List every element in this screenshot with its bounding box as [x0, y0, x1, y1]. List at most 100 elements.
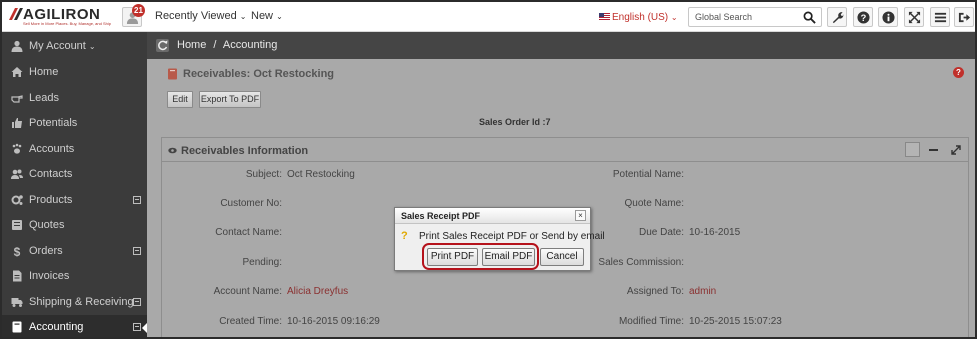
sidebar-item-label: Products: [29, 193, 73, 206]
sidebar-item-products[interactable]: Products: [2, 188, 147, 213]
expand-toggle-icon[interactable]: [133, 246, 141, 255]
sidebar-item-orders[interactable]: $ Orders: [2, 239, 147, 264]
dialog-message: Print Sales Receipt PDF or Send by email: [419, 231, 605, 242]
expand-toggle-icon[interactable]: [133, 323, 141, 331]
field-label: Subject:: [245, 169, 282, 180]
panel-header: Receivables Information: [162, 138, 968, 162]
page-help-icon[interactable]: ?: [953, 67, 964, 78]
field-label: Sales Commission:: [598, 257, 684, 268]
breadcrumb-separator: /: [213, 39, 217, 51]
help-button[interactable]: ?: [853, 7, 873, 27]
language-selector[interactable]: English (US) ⌄: [599, 12, 678, 23]
invoice-icon: [13, 270, 22, 282]
dialog-close-button[interactable]: ×: [575, 210, 586, 221]
app-window: AGILIRON Sell More in More Places. Buy, …: [0, 0, 977, 339]
refresh-icon[interactable]: [156, 39, 169, 52]
menu-icon: [934, 12, 947, 23]
email-pdf-button[interactable]: Email PDF: [482, 248, 535, 266]
field-value: 10-25-2015 15:07:23: [689, 316, 782, 327]
field-label: Modified Time:: [618, 316, 684, 327]
sidebar-item-label: Shipping & Receiving: [29, 295, 134, 308]
logo-mark-icon: [9, 8, 23, 20]
collapse-icon[interactable]: [929, 149, 938, 151]
maximize-icon[interactable]: [951, 145, 961, 155]
breadcrumb-current: Accounting: [222, 39, 278, 51]
info-button[interactable]: [878, 7, 898, 27]
field-label: Pending:: [242, 257, 282, 268]
menu-button[interactable]: [930, 7, 950, 27]
sidebar-item-label: Accounts: [29, 142, 75, 155]
sidebar-item-home[interactable]: Home: [2, 60, 147, 85]
field-label: Created Time:: [219, 316, 282, 327]
svg-text:?: ?: [861, 13, 867, 23]
wrench-icon: [832, 12, 844, 24]
panel-checkbox[interactable]: [905, 142, 920, 157]
field-label: Account Name:: [213, 286, 282, 297]
field-value[interactable]: admin: [689, 286, 716, 297]
book-icon: [12, 321, 22, 333]
search-icon[interactable]: [803, 11, 816, 24]
sidebar-item-label: Quotes: [29, 219, 65, 231]
question-icon: ?: [401, 230, 408, 242]
cogs-icon: [11, 194, 23, 205]
sidebar-item-shipping-receiving[interactable]: Shipping & Receiving: [2, 290, 147, 315]
sidebar-item-label: Invoices: [29, 270, 70, 282]
my-account-label: My Account: [29, 40, 86, 52]
sidebar-item-label: Potentials: [29, 117, 78, 129]
export-to-pdf-button[interactable]: Export To PDF: [199, 91, 261, 108]
expand-toggle-icon[interactable]: [133, 195, 141, 204]
breadcrumb: Home / Accounting: [177, 39, 277, 51]
main-content: Home / Accounting Receivables: Oct Resto…: [147, 32, 975, 337]
thumbs-up-icon: [12, 118, 22, 128]
dialog-header: Sales Receipt PDF ×: [395, 208, 590, 224]
sidebar-item-label: Contacts: [29, 168, 73, 180]
sidebar-item-contacts[interactable]: Contacts: [2, 162, 147, 187]
svg-text:$: $: [14, 245, 21, 257]
user-icon: [11, 40, 23, 52]
field-value: 10-16-2015 09:16:29: [287, 316, 380, 327]
field-label: Quote Name:: [624, 198, 684, 209]
field-value: Oct Restocking: [287, 169, 355, 180]
search-placeholder: Global Search: [695, 12, 753, 22]
chevron-down-icon: ⌄: [670, 13, 678, 22]
edit-button[interactable]: Edit: [167, 91, 193, 108]
sidebar-item-label: Orders: [29, 244, 63, 257]
page-title: Receivables: Oct Restocking: [183, 68, 335, 80]
chevron-down-icon: ⌄: [88, 42, 96, 51]
chevron-down-icon: ⌄: [276, 12, 283, 21]
quote-icon: [12, 220, 22, 230]
breadcrumb-home[interactable]: Home: [177, 39, 206, 51]
contacts-icon: [11, 169, 23, 179]
new-menu[interactable]: New ⌄: [251, 10, 283, 22]
sidebar-item-accounts[interactable]: Accounts: [2, 137, 147, 162]
settings-button[interactable]: [827, 7, 847, 27]
cancel-button[interactable]: Cancel: [540, 248, 584, 266]
sidebar-item-potentials[interactable]: Potentials: [2, 111, 147, 136]
logout-icon: [958, 12, 971, 23]
notification-count-badge: 21: [132, 4, 145, 17]
logout-button[interactable]: [954, 7, 974, 27]
sidebar-item-accounting[interactable]: Accounting: [2, 315, 147, 337]
agiliron-logo[interactable]: AGILIRON Sell More in More Places. Buy, …: [9, 6, 113, 28]
expand-toggle-icon[interactable]: [133, 297, 141, 306]
sidebar-item-label: Home: [29, 66, 59, 78]
chevron-down-icon: ⌄: [239, 12, 247, 21]
sidebar-item-quotes[interactable]: Quotes: [2, 213, 147, 238]
sidebar-item-leads[interactable]: Leads: [2, 86, 147, 111]
my-account-menu[interactable]: My Account ⌄: [2, 34, 147, 59]
print-pdf-button[interactable]: Print PDF: [427, 248, 478, 266]
eye-icon: [168, 147, 177, 154]
recently-viewed-menu[interactable]: Recently Viewed ⌄: [155, 10, 247, 22]
dialog-title: Sales Receipt PDF: [401, 211, 481, 221]
global-search-input[interactable]: Global Search: [688, 7, 822, 27]
logo-tagline: Sell More in More Places. Buy, Manage, a…: [23, 21, 111, 26]
sidebar-item-label: Leads: [29, 91, 59, 104]
field-label: Customer No:: [220, 198, 282, 209]
hand-point-icon: [11, 94, 23, 103]
sidebar-item-invoices[interactable]: Invoices: [2, 264, 147, 289]
field-value[interactable]: Alicia Dreyfus: [287, 286, 348, 297]
expand-icon: [908, 11, 921, 24]
fullscreen-button[interactable]: [904, 7, 924, 27]
field-value: 10-16-2015: [689, 227, 741, 238]
field-label: Potential Name:: [612, 169, 684, 180]
